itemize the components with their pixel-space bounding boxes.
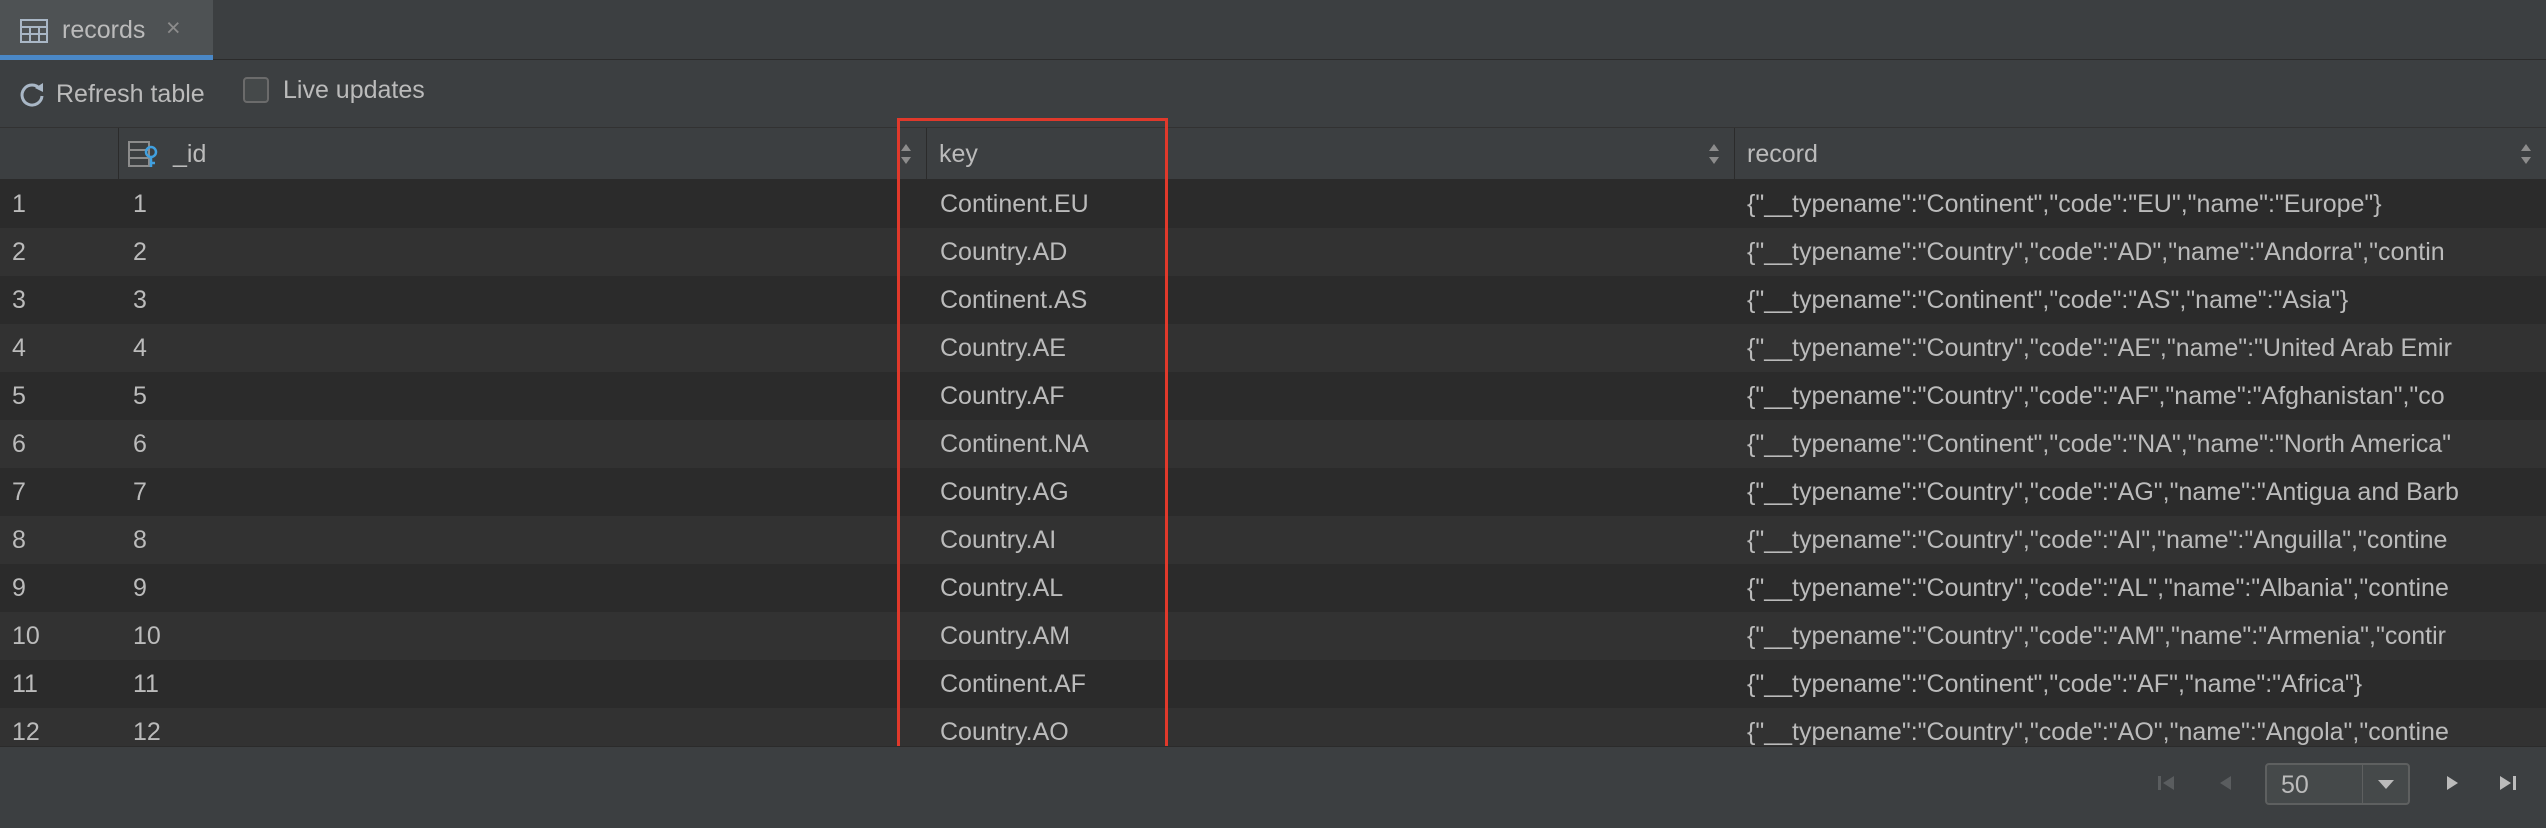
table-row[interactable]: 7 7 Country.AG {"__typename":"Country","… <box>0 468 2546 516</box>
record-cell[interactable]: {"__typename":"Continent","code":"EU","n… <box>1747 180 2546 228</box>
record-cell[interactable]: {"__typename":"Continent","code":"AS","n… <box>1747 276 2546 324</box>
id-cell[interactable]: 11 <box>133 660 913 708</box>
id-cell[interactable]: 5 <box>133 372 913 420</box>
table-row[interactable]: 5 5 Country.AF {"__typename":"Country","… <box>0 372 2546 420</box>
page-size-divider <box>2362 765 2363 803</box>
refresh-icon <box>20 83 44 107</box>
record-cell[interactable]: {"__typename":"Country","code":"AG","nam… <box>1747 468 2546 516</box>
key-cell[interactable]: Country.AG <box>940 468 1720 516</box>
record-cell[interactable]: {"__typename":"Country","code":"AE","nam… <box>1747 324 2546 372</box>
column-header-row-number[interactable] <box>0 128 119 180</box>
table-row[interactable]: 9 9 Country.AL {"__typename":"Country","… <box>0 564 2546 612</box>
row-number-cell: 10 <box>12 622 40 650</box>
tab-label: records <box>62 16 146 44</box>
id-cell[interactable]: 12 <box>133 708 913 746</box>
row-number-cell: 5 <box>12 382 26 410</box>
sort-icon[interactable] <box>1708 142 1720 166</box>
sort-icon[interactable] <box>2520 142 2532 166</box>
table-row[interactable]: 4 4 Country.AE {"__typename":"Country","… <box>0 324 2546 372</box>
sort-icon[interactable] <box>900 142 912 166</box>
key-cell[interactable]: Continent.AS <box>940 276 1720 324</box>
column-header-record[interactable]: record <box>1735 128 2546 180</box>
id-cell[interactable]: 8 <box>133 516 913 564</box>
key-cell[interactable]: Continent.NA <box>940 420 1720 468</box>
row-number-cell: 1 <box>12 190 26 218</box>
record-cell[interactable]: {"__typename":"Country","code":"AF","nam… <box>1747 372 2546 420</box>
key-cell[interactable]: Country.AE <box>940 324 1720 372</box>
id-cell[interactable]: 10 <box>133 612 913 660</box>
records-table: _id key record 1 1 Continent.EU {"__type… <box>0 128 2546 746</box>
row-number-cell: 11 <box>12 670 38 698</box>
record-cell[interactable]: {"__typename":"Country","code":"AL","nam… <box>1747 564 2546 612</box>
record-cell[interactable]: {"__typename":"Country","code":"AM","nam… <box>1747 612 2546 660</box>
refresh-table-label: Refresh table <box>56 79 205 108</box>
column-label-record: record <box>1747 140 1818 168</box>
column-label-key: key <box>939 140 978 168</box>
column-header-id[interactable]: _id <box>119 128 927 180</box>
previous-page-icon[interactable] <box>2210 767 2242 799</box>
close-icon[interactable]: × <box>166 14 181 43</box>
page-size-select[interactable]: 50 <box>2265 763 2410 805</box>
id-cell[interactable]: 3 <box>133 276 913 324</box>
row-number-cell: 9 <box>12 574 26 602</box>
table-row[interactable]: 10 10 Country.AM {"__typename":"Country"… <box>0 612 2546 660</box>
column-header-key[interactable]: key <box>927 128 1735 180</box>
table-header: _id key record <box>0 128 2546 180</box>
first-page-icon[interactable] <box>2150 767 2182 799</box>
id-cell[interactable]: 4 <box>133 324 913 372</box>
table-row[interactable]: 8 8 Country.AI {"__typename":"Country","… <box>0 516 2546 564</box>
row-number-cell: 12 <box>12 718 40 746</box>
table-row[interactable]: 1 1 Continent.EU {"__typename":"Continen… <box>0 180 2546 228</box>
table-row[interactable]: 6 6 Continent.NA {"__typename":"Continen… <box>0 420 2546 468</box>
tab-bar: records × <box>0 0 2546 60</box>
id-cell[interactable]: 1 <box>133 180 913 228</box>
table-icon <box>20 19 48 43</box>
record-cell[interactable]: {"__typename":"Continent","code":"AF","n… <box>1747 660 2546 708</box>
next-page-icon[interactable] <box>2436 767 2468 799</box>
last-page-icon[interactable] <box>2492 767 2524 799</box>
toolbar: Refresh table Live updates <box>0 60 2546 128</box>
table-body: 1 1 Continent.EU {"__typename":"Continen… <box>0 180 2546 746</box>
row-number-cell: 8 <box>12 526 26 554</box>
chevron-down-icon <box>2378 780 2394 789</box>
id-cell[interactable]: 7 <box>133 468 913 516</box>
row-number-cell: 7 <box>12 478 26 506</box>
live-updates-checkbox[interactable] <box>243 77 269 103</box>
key-cell[interactable]: Country.AD <box>940 228 1720 276</box>
row-number-cell: 2 <box>12 238 26 266</box>
table-row[interactable]: 11 11 Continent.AF {"__typename":"Contin… <box>0 660 2546 708</box>
column-label-id: _id <box>173 140 207 168</box>
refresh-table-button[interactable]: Refresh table <box>18 74 205 114</box>
key-cell[interactable]: Country.AL <box>940 564 1720 612</box>
table-row[interactable]: 12 12 Country.AO {"__typename":"Country"… <box>0 708 2546 746</box>
live-updates-label[interactable]: Live updates <box>283 76 425 105</box>
record-cell[interactable]: {"__typename":"Country","code":"AD","nam… <box>1747 228 2546 276</box>
tab-records[interactable]: records × <box>0 0 213 60</box>
id-cell[interactable]: 2 <box>133 228 913 276</box>
row-number-cell: 6 <box>12 430 26 458</box>
row-number-cell: 3 <box>12 286 26 314</box>
key-cell[interactable]: Country.AM <box>940 612 1720 660</box>
pagination-bar: 50 <box>0 746 2546 828</box>
id-cell[interactable]: 9 <box>133 564 913 612</box>
table-row[interactable]: 2 2 Country.AD {"__typename":"Country","… <box>0 228 2546 276</box>
record-cell[interactable]: {"__typename":"Country","code":"AI","nam… <box>1747 516 2546 564</box>
id-cell[interactable]: 6 <box>133 420 913 468</box>
key-cell[interactable]: Continent.AF <box>940 660 1720 708</box>
primary-key-icon <box>128 141 158 167</box>
key-cell[interactable]: Country.AI <box>940 516 1720 564</box>
key-cell[interactable]: Country.AO <box>940 708 1720 746</box>
record-cell[interactable]: {"__typename":"Continent","code":"NA","n… <box>1747 420 2546 468</box>
table-row[interactable]: 3 3 Continent.AS {"__typename":"Continen… <box>0 276 2546 324</box>
key-cell[interactable]: Continent.EU <box>940 180 1720 228</box>
key-cell[interactable]: Country.AF <box>940 372 1720 420</box>
record-cell[interactable]: {"__typename":"Country","code":"AO","nam… <box>1747 708 2546 746</box>
row-number-cell: 4 <box>12 334 26 362</box>
page-size-value: 50 <box>2281 771 2309 799</box>
